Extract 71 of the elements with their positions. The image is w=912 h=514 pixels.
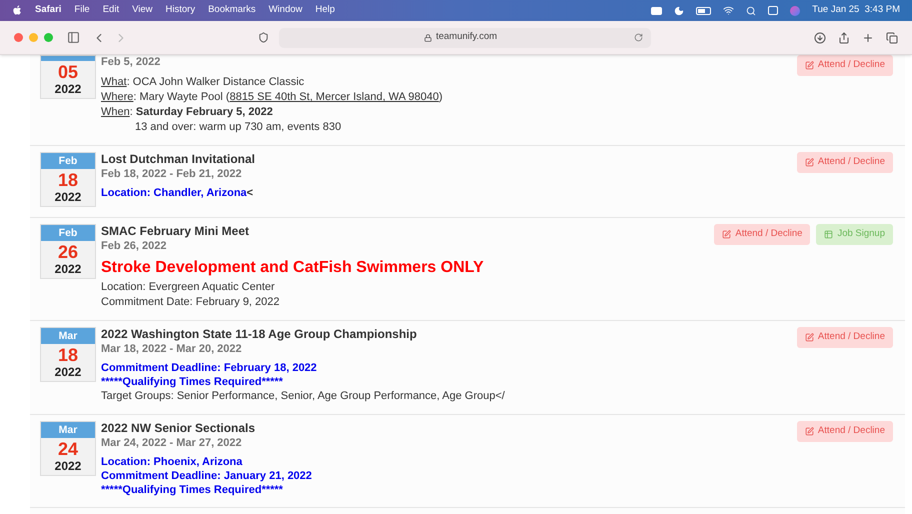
menu-item[interactable]: File [74,3,90,18]
event-headline: Stroke Development and CatFish Swimmers ONLY [101,258,485,278]
close-window-icon[interactable] [14,33,23,42]
edit-icon [804,333,814,342]
edit-icon [804,158,814,167]
event-info: Commitment Date: February 9, 2022 [101,295,281,310]
event-info: Location: Evergreen Aquatic Center [101,280,276,295]
battery-icon[interactable] [696,6,712,14]
event-info: Location: Chandler, Arizona< [101,186,254,200]
menu-item[interactable]: Window [268,3,302,18]
shield-icon[interactable] [258,32,269,43]
event-info: Commitment Deadline: February 18, 2022 [101,361,318,375]
month-label: Mar [41,422,95,438]
app-menu[interactable]: Safari [35,3,62,18]
event-detail: When: Saturday February 5, 2022 [101,105,274,120]
menu-item[interactable]: Help [315,3,335,18]
year-label: 2022 [54,262,82,276]
event-detail: 13 and over: warm up 730 am, events 830 [134,120,342,135]
search-icon[interactable] [746,6,756,16]
menu-item[interactable]: Bookmarks [208,3,256,18]
day-number: 18 [58,170,78,190]
year-label: 2022 [54,190,82,204]
wifi-icon[interactable] [723,5,734,16]
address-text: teamunify.com [436,30,498,44]
day-number: 24 [58,439,78,459]
menu-item[interactable]: Edit [102,3,120,18]
menu-item[interactable]: View [132,3,153,18]
sidebar-icon[interactable] [67,31,80,44]
new-tab-icon[interactable] [862,32,874,44]
event-dates: Feb 18, 2022 - Feb 21, 2022 [101,167,243,181]
event-dates: Feb 26, 2022 [101,239,168,253]
event-title: 2022 NW Senior Sectionals [101,421,256,436]
address-link[interactable]: 8815 SE 40th St, Mercer Island, WA 98040 [230,91,439,103]
event-info: Target Groups: Senior Performance, Senior, Age Group Performance, Age Group</ [101,389,506,404]
event-info: Commitment Deadline: January 21, 2022 [101,469,313,483]
address-bar[interactable]: teamunify.com [279,28,651,48]
day-number: 18 [58,345,78,365]
reload-icon[interactable] [634,33,643,42]
edit-icon [804,61,814,70]
event-info: *****Qualifying Times Required***** [101,375,284,389]
event-dates: Mar 24, 2022 - Mar 27, 2022 [101,436,243,450]
event-title: Lost Dutchman Invitational [101,152,256,167]
event-detail: Where: Mary Wayte Pool (8815 SE 40th St, Mercer Island, WA 98040) [101,90,444,105]
event-dates: Feb 5, 2022 [101,55,162,69]
moon-icon[interactable] [674,6,684,16]
camera-icon[interactable] [651,6,662,14]
year-label: 2022 [54,365,82,379]
clock: Tue Jan 25 3:43 PM [812,3,900,18]
month-label: Mar [41,328,95,344]
edit-icon [722,230,732,239]
event-title: SMAC February Mini Meet [101,224,250,239]
download-icon[interactable] [814,32,826,44]
month-label: Feb [41,225,95,241]
apple-icon[interactable] [12,5,22,16]
day-number: 05 [58,62,78,82]
list-icon [824,230,834,239]
event-dates: Mar 18, 2022 - Mar 20, 2022 [101,342,243,356]
event-detail: What: OCA John Walker Distance Classic [101,75,306,90]
year-label: 2022 [54,459,82,473]
tabs-icon[interactable] [886,32,898,44]
control-center-icon[interactable] [768,6,778,15]
lock-icon [424,34,432,42]
month-label: Feb [41,153,95,169]
year-label: 2022 [54,82,82,96]
menu-item[interactable]: History [166,3,196,18]
event-info: Location: Phoenix, Arizona [101,455,244,469]
event-title: 2022 Washington State 11-18 Age Group Championship [101,327,418,342]
share-icon[interactable] [838,32,850,44]
event-info: *****Qualifying Times Required***** [101,483,284,497]
day-number: 26 [58,242,78,262]
edit-icon [804,427,814,436]
